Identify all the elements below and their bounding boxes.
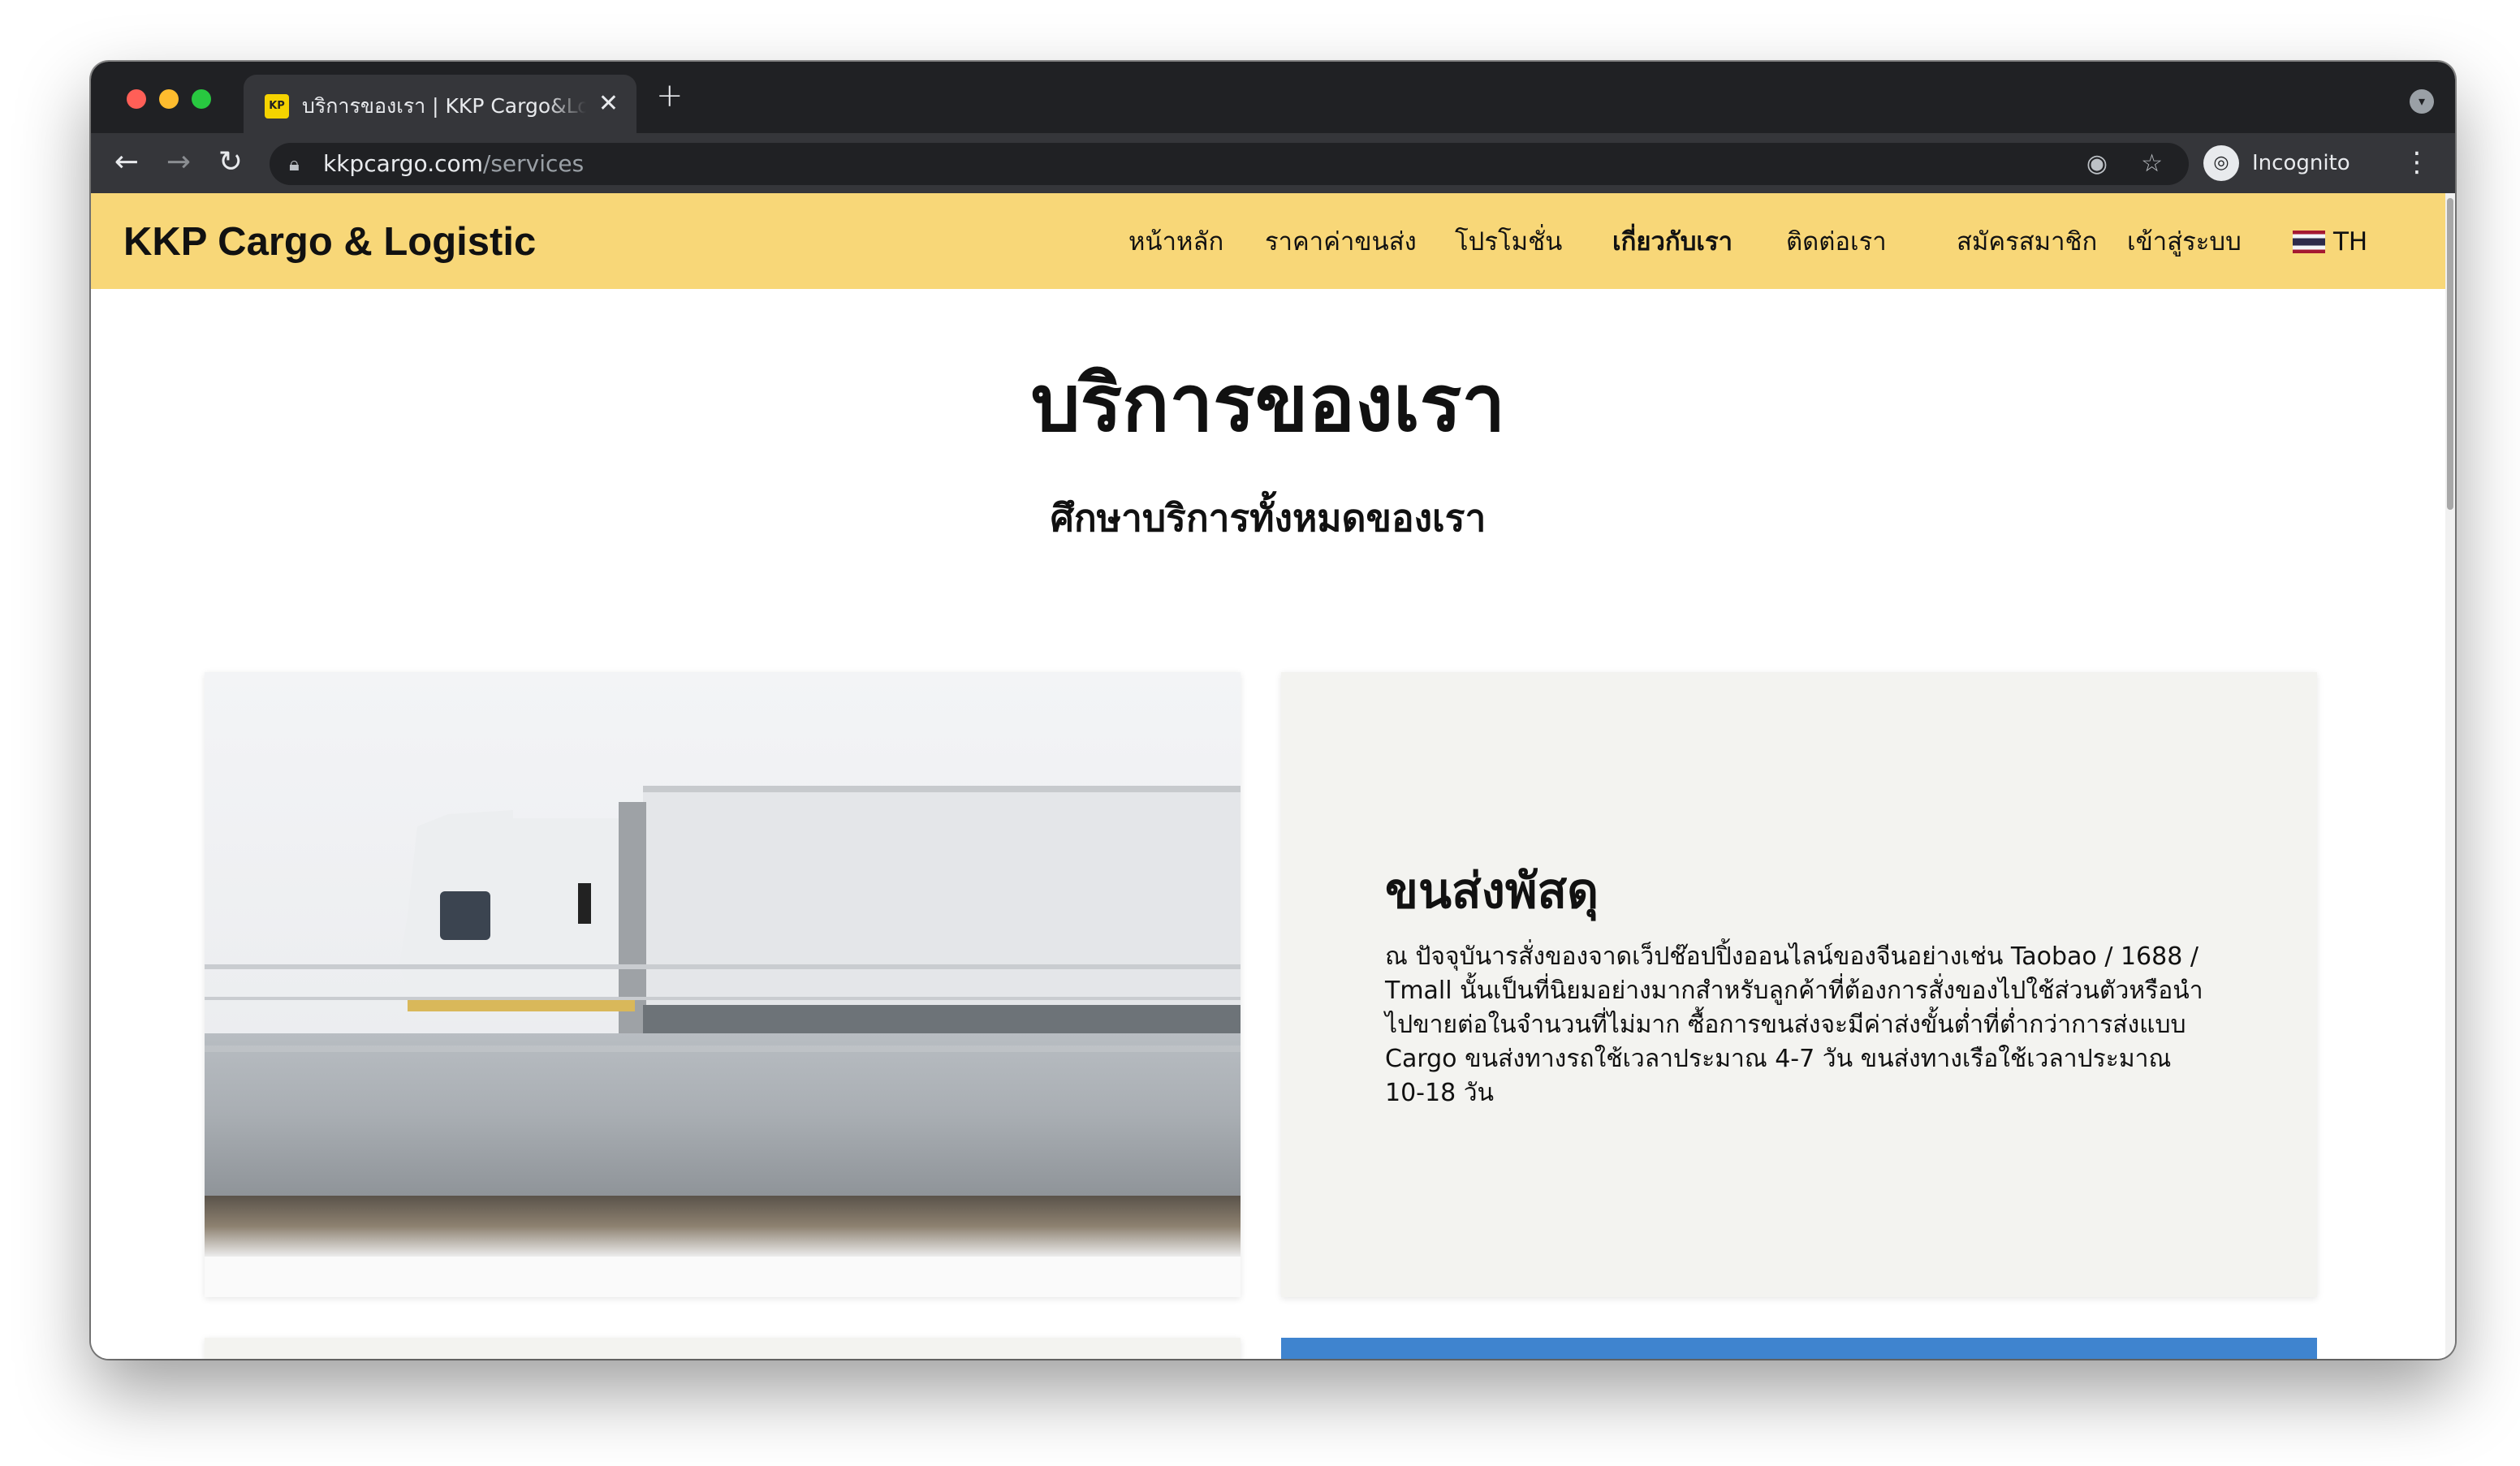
port-crane-image [1281,1338,2317,1359]
forward-arrow-icon[interactable]: → [161,144,196,180]
maximize-window-button[interactable] [192,89,211,109]
url-path: /services [482,150,585,177]
service-title: ขนส่งพัสดุ [1385,863,1599,920]
nav-item-login[interactable]: เข้าสู่ระบบ [2127,224,2242,260]
incognito-label: Incognito [2252,151,2350,175]
tab-search-icon[interactable]: ▾ [2410,89,2434,114]
close-tab-icon[interactable]: ✕ [598,89,619,119]
bookmark-star-icon[interactable]: ☆ [2141,149,2163,179]
browser-menu-icon[interactable]: ⋮ [2403,146,2431,179]
browser-window: KP บริการของเรา | KKP Cargo&Logistic ✕ +… [91,62,2455,1359]
service-image-port [1281,1338,2317,1359]
nav-item-about[interactable]: เกี่ยวกับเรา [1612,224,1732,260]
service-card-2[interactable] [205,1338,1241,1359]
reload-icon[interactable]: ↻ [213,144,248,180]
language-label: TH [2333,227,2368,257]
nav-item-register[interactable]: สมัครสมาชิก [1957,224,2097,260]
site-logo[interactable]: KKP Cargo & Logistic [123,219,536,265]
page-title: บริการของเรา [1030,358,1506,449]
tab-title: บริการของเรา | KKP Cargo&Logistic [302,94,586,118]
nav-item-contact[interactable]: ติดต่อเรา [1786,224,1887,260]
new-tab-icon[interactable]: + [656,80,684,112]
tab-bar: KP บริการของเรา | KKP Cargo&Logistic ✕ +… [91,62,2455,133]
scrollbar-thumb[interactable] [2447,198,2453,510]
nav-item-home[interactable]: หน้าหลัก [1128,224,1223,260]
page-subtitle: ศึกษาบริการทั้งหมดของเรา [1050,496,1487,540]
back-arrow-icon[interactable]: ← [109,144,145,180]
incognito-profile-button[interactable]: ◎ Incognito [2203,141,2350,185]
service-image-truck [205,672,1241,1297]
lock-icon: 🔒︎ [289,153,300,175]
thai-flag-icon [2293,231,2325,253]
close-window-button[interactable] [127,89,146,109]
browser-toolbar: ← → ↻ 🔒︎ kkpcargo.com/services ◉ ☆ ◎ Inc… [91,133,2455,193]
nav-item-pricing[interactable]: ราคาค่าขนส่ง [1265,224,1417,260]
minimize-window-button[interactable] [159,89,179,109]
site-header: KKP Cargo & Logistic หน้าหลัก ราคาค่าขนส… [91,193,2445,289]
url-text[interactable]: kkpcargo.com/services [323,151,584,177]
eye-off-icon[interactable]: ◉ [2086,149,2108,179]
active-tab[interactable]: KP บริการของเรา | KKP Cargo&Logistic ✕ [244,75,636,133]
truck-image [205,672,1241,1297]
incognito-icon: ◎ [2203,145,2239,181]
page-viewport: KKP Cargo & Logistic หน้าหลัก ราคาค่าขนส… [91,193,2445,1359]
language-selector[interactable]: TH [2293,224,2367,260]
nav-item-promotions[interactable]: โปรโมชั่น [1455,224,1562,260]
service-card-parcel[interactable]: ขนส่งพัสดุ ณ ปัจจุบันารสั่งของจาดเว็ปช๊อ… [1281,672,2317,1297]
service-description: ณ ปัจจุบันารสั่งของจาดเว็ปช๊อปปิ้งออนไลน… [1385,942,2203,1107]
site-favicon-icon: KP [265,94,289,119]
page-scrollbar[interactable] [2445,193,2455,1359]
address-bar[interactable]: 🔒︎ kkpcargo.com/services ◉ ☆ [270,143,2189,185]
url-host: kkpcargo.com [323,150,483,177]
